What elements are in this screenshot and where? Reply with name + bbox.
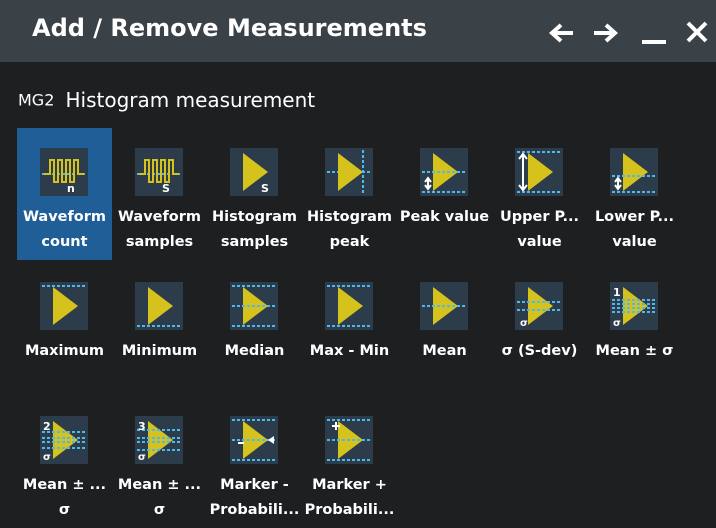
histogram-peak-icon (325, 148, 373, 196)
svg-text:σ: σ (613, 318, 621, 329)
forward-arrow-icon (594, 23, 619, 43)
measurement-label-line-1: Marker + (312, 477, 387, 493)
close-button[interactable] (683, 18, 713, 48)
svg-text:3: 3 (138, 420, 146, 433)
max-min-icon (325, 282, 373, 330)
dialog-title: Add / Remove Measurements (32, 14, 427, 42)
measurement-tile[interactable]: S Histogram samples (207, 128, 302, 260)
measurement-tile[interactable]: 3 σ Mean ± ... σ (112, 396, 207, 528)
measurement-tile[interactable]: Histogram peak (302, 128, 397, 260)
svg-text:S: S (162, 182, 170, 195)
measurement-label-line-1: Lower P... (594, 209, 675, 225)
std-dev-icon: σ (515, 282, 563, 330)
svg-text:n: n (67, 182, 75, 195)
measurement-tile[interactable]: Maximum (17, 262, 112, 394)
measurement-label: Marker + Probabili... (294, 473, 405, 523)
lower-peak-value-icon (610, 148, 658, 196)
peak-value-icon (420, 148, 468, 196)
mean-plus-minus-sigma-icon: 1σ (610, 282, 658, 330)
close-icon (686, 21, 708, 43)
back-arrow-icon (548, 23, 573, 43)
group-header: MG2 Histogram measurement (18, 88, 315, 112)
measurement-tile[interactable]: 1 σ Mean ± σ (587, 262, 682, 394)
minimum-icon (135, 282, 183, 330)
svg-text:σ: σ (520, 318, 528, 329)
median-icon (230, 282, 278, 330)
minimize-icon (642, 40, 666, 44)
measurement-tile[interactable]: Peak value (397, 128, 492, 260)
upper-peak-value-icon (515, 148, 563, 196)
dialog-titlebar: Add / Remove Measurements (0, 0, 716, 62)
waveform-count-icon: n (40, 148, 88, 196)
measurement-label-line-2: peak (329, 234, 370, 250)
histogram-samples-icon: S (230, 148, 278, 196)
measurement-tile[interactable]: Upper P... value (492, 128, 587, 260)
forward-button[interactable] (591, 18, 621, 48)
marker-minus-probability-icon (230, 416, 278, 464)
measurement-label-line-2: Probabili... (304, 502, 395, 518)
measurement-label: Lower P... value (579, 205, 690, 255)
measurement-tile[interactable]: 2 σ Mean ± ... σ (17, 396, 112, 528)
group-id: MG2 (18, 90, 55, 110)
group-title: Histogram measurement (65, 88, 316, 112)
measurement-tile[interactable]: σσ (S-dev) (492, 262, 587, 394)
mean-plus-minus-3-sigma-icon: 3σ (135, 416, 183, 464)
marker-plus-probability-icon (325, 416, 373, 464)
measurement-tile[interactable]: Lower P... value (587, 128, 682, 260)
maximum-icon (40, 282, 88, 330)
measurement-label: Mean ± σ (579, 339, 690, 364)
measurement-tile[interactable]: Median (207, 262, 302, 394)
svg-text:1: 1 (613, 286, 621, 299)
measurement-tile[interactable]: Marker - Probabili... (207, 396, 302, 528)
back-button[interactable] (546, 18, 576, 48)
measurement-tile[interactable]: Minimum (112, 262, 207, 394)
measurement-tile[interactable]: Mean (397, 262, 492, 394)
mean-plus-minus-2-sigma-icon: 2σ (40, 416, 88, 464)
svg-text:2: 2 (43, 420, 51, 433)
minimize-button[interactable] (640, 18, 670, 48)
mean-icon (420, 282, 468, 330)
measurement-tile[interactable]: Marker + Probabili... (302, 396, 397, 528)
measurement-tile[interactable]: Max - Min (302, 262, 397, 394)
svg-text:S: S (261, 182, 269, 195)
measurement-label-line-1: Mean ± σ (595, 343, 674, 359)
measurement-tile[interactable]: S Waveform samples (112, 128, 207, 260)
svg-text:σ: σ (138, 452, 146, 463)
svg-text:σ: σ (43, 452, 51, 463)
measurement-label-line-2: value (612, 234, 657, 250)
waveform-samples-icon: S (135, 148, 183, 196)
measurement-tile[interactable]: n Waveform count (17, 128, 112, 260)
